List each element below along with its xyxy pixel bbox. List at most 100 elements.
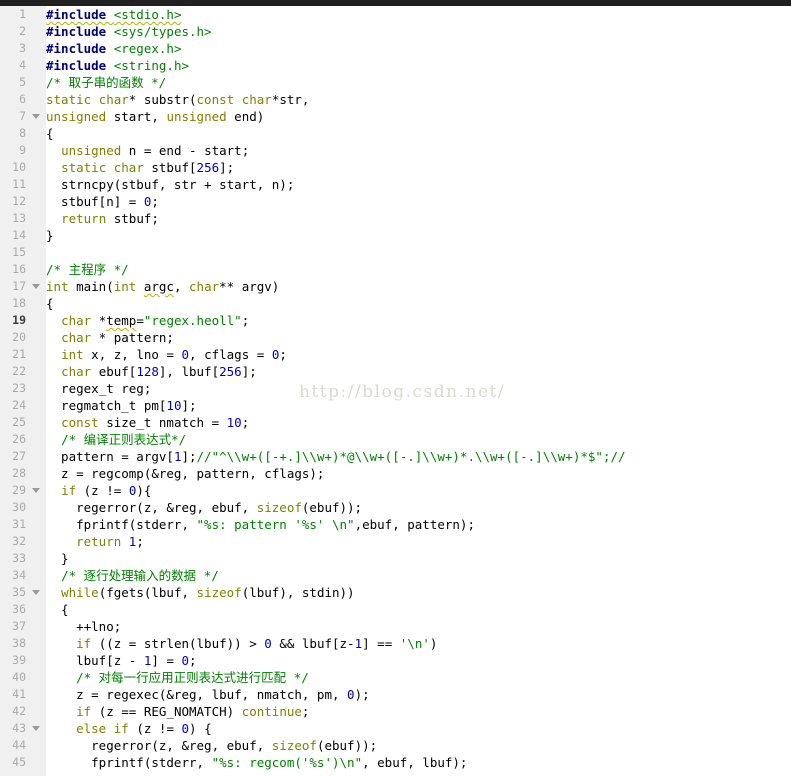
line-number: 45	[12, 755, 26, 769]
fold-toggle[interactable]	[26, 114, 46, 119]
line-number: 29	[12, 483, 26, 497]
line-number: 20	[12, 330, 26, 344]
line-number: 4	[19, 58, 26, 72]
code-text: /* 主程序 */	[46, 262, 129, 277]
code-line[interactable]: 11 strncpy(stbuf, str + start, n);	[0, 176, 791, 193]
code-line[interactable]: 16 /* 主程序 */	[0, 261, 791, 278]
line-number: 32	[12, 534, 26, 548]
code-text: else if (z != 0) {	[76, 721, 212, 736]
line-number: 7	[19, 109, 26, 123]
code-line[interactable]: 26 /* 编译正则表达式*/	[0, 431, 791, 448]
code-line[interactable]: 12 stbuf[n] = 0;	[0, 193, 791, 210]
code-line[interactable]: 32 return 1;	[0, 533, 791, 550]
code-line[interactable]: 33 }	[0, 550, 791, 567]
code-text: if (z != 0){	[61, 483, 152, 498]
code-line[interactable]: 38 if ((z = strlen(lbuf)) > 0 && lbuf[z-…	[0, 635, 791, 652]
code-text: int x, z, lno = 0, cflags = 0;	[61, 347, 287, 362]
code-line[interactable]: 22 char ebuf[128], lbuf[256];	[0, 363, 791, 380]
code-line[interactable]: 6 static char* substr(const char*str,	[0, 91, 791, 108]
code-text: fprintf(stderr, "%s: regcom('%s')\n", eb…	[46, 755, 468, 770]
line-number: 18	[12, 296, 26, 310]
line-number: 11	[12, 177, 26, 191]
chevron-down-icon	[32, 726, 40, 731]
line-number: 22	[12, 364, 26, 378]
code-text: ++lno;	[46, 619, 122, 634]
fold-toggle[interactable]	[26, 284, 46, 289]
code-line[interactable]: 42 if (z == REG_NOMATCH) continue;	[0, 703, 791, 720]
code-text: static char* substr(const char*str,	[46, 92, 310, 107]
line-number: 10	[12, 160, 26, 174]
code-line[interactable]: 1 #include <stdio.h>	[0, 6, 791, 23]
chevron-down-icon	[32, 488, 40, 493]
code-line[interactable]: 39 lbuf[z - 1] = 0;	[0, 652, 791, 669]
line-number: 3	[19, 41, 26, 55]
fold-toggle[interactable]	[26, 726, 46, 731]
code-line[interactable]: 37 ++lno;	[0, 618, 791, 635]
code-text: regex_t reg;	[46, 381, 152, 396]
code-line[interactable]: 3 #include <regex.h>	[0, 40, 791, 57]
chevron-down-icon	[32, 114, 40, 119]
line-number: 37	[12, 619, 26, 633]
code-text: }	[46, 551, 69, 566]
code-text: pattern = argv[1];//"^\\w+([-+.]\\w+)*@\…	[46, 449, 626, 464]
code-line[interactable]: 23 regex_t reg;	[0, 380, 791, 397]
code-line[interactable]: 28 z = regcomp(&reg, pattern, cflags);	[0, 465, 791, 482]
code-text: lbuf[z - 1] = 0;	[46, 653, 197, 668]
code-text: stbuf[n] = 0;	[46, 194, 159, 209]
code-line[interactable]: 36 {	[0, 601, 791, 618]
line-number: 41	[12, 687, 26, 701]
line-number: 34	[12, 568, 26, 582]
code-text: regerror(z, &reg, ebuf, sizeof(ebuf));	[46, 500, 363, 515]
code-line[interactable]: 9 unsigned n = end - start;	[0, 142, 791, 159]
code-line[interactable]: 29 if (z != 0){	[0, 482, 791, 499]
code-editor[interactable]: 1 #include <stdio.h> 2 #include <sys/types.…	[0, 6, 791, 771]
line-number: 2	[19, 24, 26, 38]
line-number: 39	[12, 653, 26, 667]
code-line[interactable]: 34 /* 逐行处理输入的数据 */	[0, 567, 791, 584]
code-line[interactable]: 17 int main(int argc, char** argv)	[0, 278, 791, 295]
code-line[interactable]: 44 regerror(z, &reg, ebuf, sizeof(ebuf))…	[0, 737, 791, 754]
code-line[interactable]: 41 z = regexec(&reg, lbuf, nmatch, pm, 0…	[0, 686, 791, 703]
line-number: 14	[12, 228, 26, 242]
code-line[interactable]: 20 char * pattern;	[0, 329, 791, 346]
code-line[interactable]: 24 regmatch_t pm[10];	[0, 397, 791, 414]
code-line[interactable]: 19 char *temp="regex.heoll";	[0, 312, 791, 329]
code-text: regerror(z, &reg, ebuf, sizeof(ebuf));	[46, 738, 378, 753]
code-text: #include <regex.h>	[46, 41, 182, 56]
line-number: 42	[12, 704, 26, 718]
line-number: 8	[19, 126, 26, 140]
code-line[interactable]: 25 const size_t nmatch = 10;	[0, 414, 791, 431]
code-line[interactable]: 5 /* 取子串的函数 */	[0, 74, 791, 91]
line-number: 21	[12, 347, 26, 361]
code-line[interactable]: 10 static char stbuf[256];	[0, 159, 791, 176]
chevron-down-icon	[32, 284, 40, 289]
code-line[interactable]: 14}	[0, 227, 791, 244]
code-line[interactable]: 18 {	[0, 295, 791, 312]
code-line[interactable]: 21 int x, z, lno = 0, cflags = 0;	[0, 346, 791, 363]
fold-toggle[interactable]	[26, 590, 46, 595]
code-line[interactable]: 15	[0, 244, 791, 261]
code-text: {	[46, 296, 54, 311]
line-number: 6	[19, 92, 26, 106]
code-line[interactable]: 40 /* 对每一行应用正则表达式进行匹配 */	[0, 669, 791, 686]
code-text: static char stbuf[256];	[61, 160, 235, 175]
code-line[interactable]: 43 else if (z != 0) {	[0, 720, 791, 737]
code-line[interactable]: 30 regerror(z, &reg, ebuf, sizeof(ebuf))…	[0, 499, 791, 516]
code-text: {	[46, 602, 69, 617]
code-line[interactable]: 27 pattern = argv[1];//"^\\w+([-+.]\\w+)…	[0, 448, 791, 465]
code-text: int main(int argc, char** argv)	[46, 279, 280, 294]
code-line[interactable]: 2 #include <sys/types.h>	[0, 23, 791, 40]
fold-toggle[interactable]	[26, 488, 46, 493]
code-line[interactable]: 4 #include <string.h>	[0, 57, 791, 74]
code-line[interactable]: 45 fprintf(stderr, "%s: regcom('%s')\n",…	[0, 754, 791, 771]
code-line[interactable]: 31 fprintf(stderr, "%s: pattern '%s' \n"…	[0, 516, 791, 533]
code-line[interactable]: 35 while(fgets(lbuf, sizeof(lbuf), stdin…	[0, 584, 791, 601]
code-line[interactable]: 13 return stbuf;	[0, 210, 791, 227]
code-text: unsigned start, unsigned end)	[46, 109, 265, 124]
code-text: unsigned n = end - start;	[61, 143, 250, 158]
code-line[interactable]: 8{	[0, 125, 791, 142]
line-number: 30	[12, 500, 26, 514]
code-line[interactable]: 7 unsigned start, unsigned end)	[0, 108, 791, 125]
code-text: z = regexec(&reg, lbuf, nmatch, pm, 0);	[46, 687, 370, 702]
code-text: #include <stdio.h>	[46, 7, 182, 22]
